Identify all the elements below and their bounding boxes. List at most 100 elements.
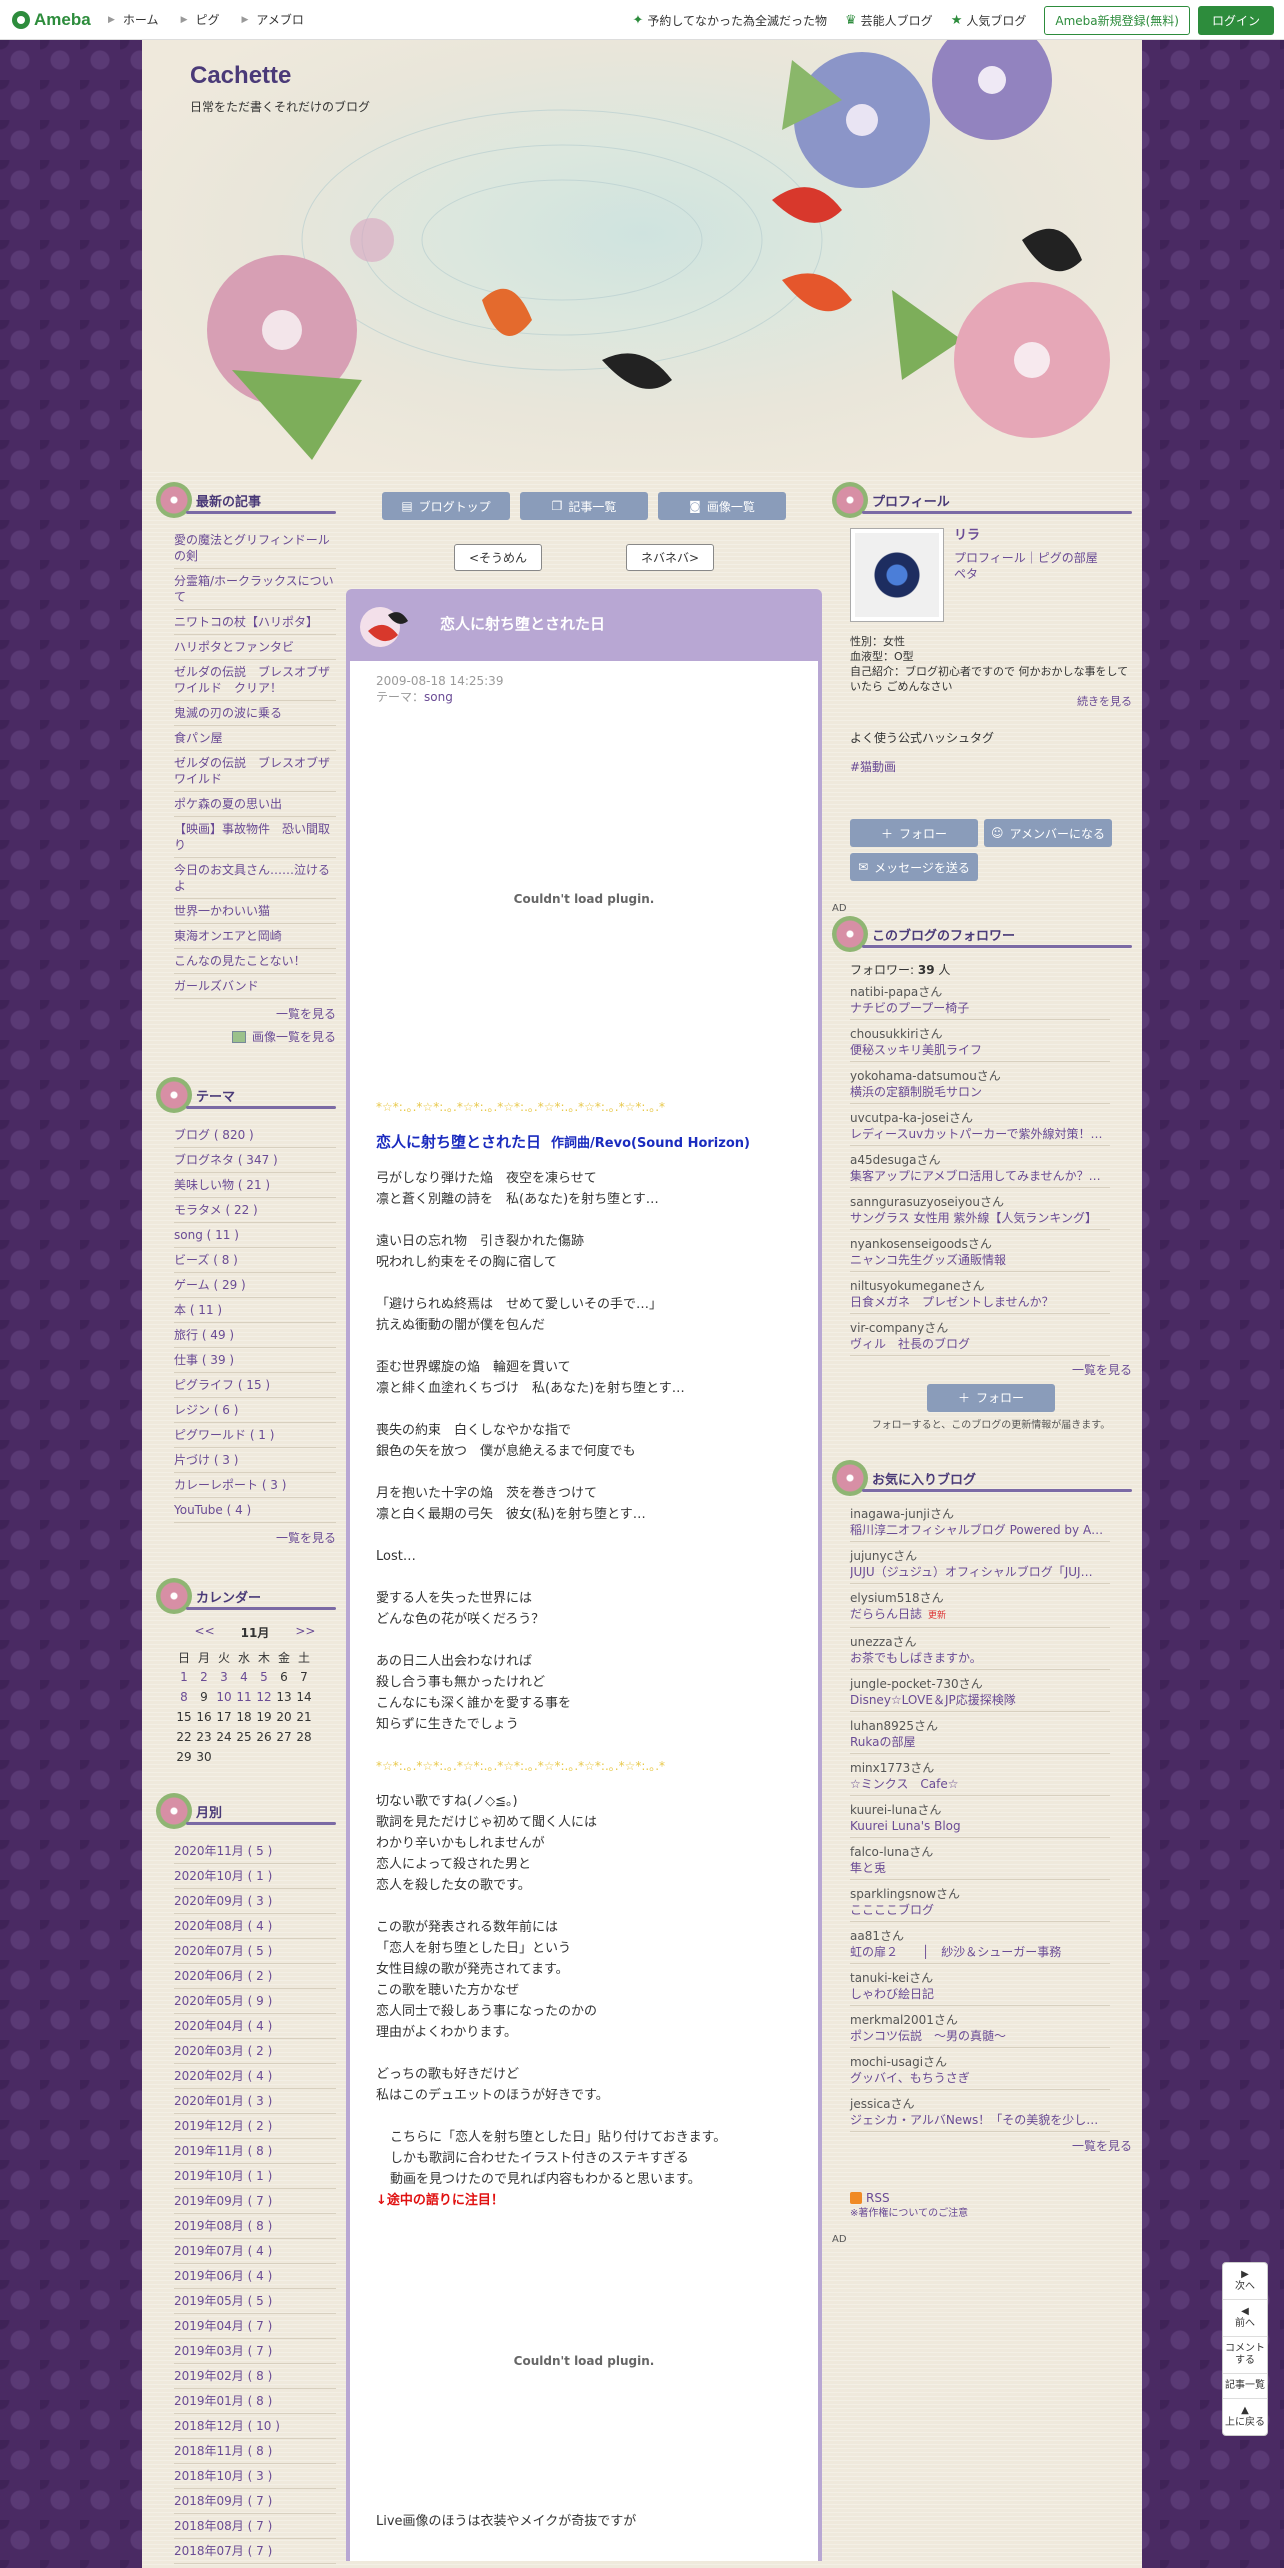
- prev-tool[interactable]: ◀ 前へ: [1223, 2300, 1267, 2337]
- user-id[interactable]: sparklingsnowさん: [850, 1886, 1132, 1902]
- user-id[interactable]: jessicaさん: [850, 2096, 1132, 2112]
- next-tool[interactable]: ▶ 次へ: [1223, 2263, 1267, 2300]
- theme-item-link[interactable]: ビーズ ( 8 ): [174, 1253, 238, 1267]
- archive-item-link[interactable]: 2020年09月 ( 3 ): [174, 1894, 272, 1908]
- calendar-day-label[interactable]: 8: [180, 1690, 188, 1704]
- theme-item-link[interactable]: 片づけ ( 3 ): [174, 1453, 238, 1467]
- archive-item[interactable]: 2018年11月 ( 8 ): [174, 2439, 336, 2464]
- user-id[interactable]: unezzaさん: [850, 1634, 1132, 1650]
- archive-item[interactable]: 2020年02月 ( 4 ): [174, 2064, 336, 2089]
- recent-item-link[interactable]: ハリポタとファンタビ: [174, 640, 294, 654]
- blog-link[interactable]: ニャンコ先生グッズ通販情報: [850, 1252, 1110, 1272]
- archive-item[interactable]: 2019年10月 ( 1 ): [174, 2164, 336, 2189]
- blog-link[interactable]: 隼と兎: [850, 1860, 1110, 1880]
- theme-item-link[interactable]: レジン ( 6 ): [174, 1403, 238, 1417]
- prev-article-link[interactable]: <そうめん: [454, 544, 543, 571]
- calendar-day-label[interactable]: 12: [256, 1690, 271, 1704]
- entry-title[interactable]: 恋人に射ち堕とされた日: [440, 613, 605, 634]
- user-id[interactable]: a45desugaさん: [850, 1152, 1132, 1168]
- calendar-day[interactable]: 12: [254, 1687, 274, 1707]
- user-id[interactable]: aa81さん: [850, 1928, 1132, 1944]
- blog-link[interactable]: 日食メガネ プレゼントしませんか？: [850, 1294, 1110, 1314]
- calendar-day-label[interactable]: 10: [216, 1690, 231, 1704]
- comment-tool[interactable]: コメントする: [1223, 2337, 1267, 2374]
- archive-item-link[interactable]: 2020年11月 ( 5 ): [174, 1844, 272, 1858]
- recent-item-link[interactable]: 分霊箱/ホークラックスについて: [174, 574, 334, 604]
- archive-item-link[interactable]: 2019年07月 ( 4 ): [174, 2244, 272, 2258]
- blog-link[interactable]: JUJU（ジュジュ）オフィシャルブログ「JUJ…: [850, 1564, 1110, 1584]
- theme-more-link[interactable]: 一覧を見る: [156, 1529, 336, 1546]
- nav-ameblo[interactable]: ▶ アメブロ: [242, 11, 304, 28]
- calendar-day[interactable]: 11: [234, 1687, 254, 1707]
- calendar-day-label[interactable]: 1: [180, 1670, 188, 1684]
- blog-link[interactable]: レディースuvカットパーカーで紫外線対策！…: [850, 1126, 1110, 1146]
- archive-item-link[interactable]: 2019年02月 ( 8 ): [174, 2369, 272, 2383]
- theme-item-link[interactable]: 旅行 ( 49 ): [174, 1328, 234, 1342]
- blog-link[interactable]: ヴィル 社長のブログ: [850, 1336, 1110, 1356]
- follow-button[interactable]: ＋フォロー: [850, 819, 978, 847]
- archive-item[interactable]: 2020年01月 ( 3 ): [174, 2089, 336, 2114]
- user-id[interactable]: uvcutpa-ka-joseiさん: [850, 1110, 1132, 1126]
- theme-item-link[interactable]: YouTube ( 4 ): [174, 1503, 251, 1517]
- blog-link[interactable]: お茶でもしばきますか。: [850, 1650, 1110, 1670]
- calendar-day-label[interactable]: 5: [260, 1670, 268, 1684]
- archive-item[interactable]: 2020年08月 ( 4 ): [174, 1914, 336, 1939]
- blog-link[interactable]: サングラス 女性用 紫外線【人気ランキング】: [850, 1210, 1110, 1230]
- calendar-prev[interactable]: <<: [195, 1624, 215, 1641]
- user-id[interactable]: kuurei-lunaさん: [850, 1802, 1132, 1818]
- avatar[interactable]: [850, 528, 944, 622]
- calendar-day-label[interactable]: 11: [236, 1690, 251, 1704]
- blog-link[interactable]: ナチビのプープー椅子: [850, 1000, 1110, 1020]
- archive-item[interactable]: 2020年03月 ( 2 ): [174, 2039, 336, 2064]
- archive-item[interactable]: 2018年10月 ( 3 ): [174, 2464, 336, 2489]
- user-id[interactable]: inagawa-junjiさん: [850, 1506, 1132, 1522]
- archive-item[interactable]: 2018年08月 ( 7 ): [174, 2514, 336, 2539]
- archive-item-link[interactable]: 2020年01月 ( 3 ): [174, 2094, 272, 2108]
- blog-link[interactable]: ここここブログ: [850, 1902, 1110, 1922]
- amember-button[interactable]: ☺ アメンバーになる: [984, 819, 1112, 847]
- theme-item[interactable]: ブログネタ ( 347 ): [174, 1148, 336, 1173]
- archive-item-link[interactable]: 2018年09月 ( 7 ): [174, 2494, 272, 2508]
- archive-item[interactable]: 2019年06月 ( 4 ): [174, 2264, 336, 2289]
- rss-link[interactable]: RSS: [866, 2190, 890, 2206]
- theme-item-link[interactable]: 本 ( 11 ): [174, 1303, 222, 1317]
- archive-item[interactable]: 2019年07月 ( 4 ): [174, 2239, 336, 2264]
- theme-item-link[interactable]: song ( 11 ): [174, 1228, 239, 1242]
- user-id[interactable]: niltusyokumeganeさん: [850, 1278, 1132, 1294]
- ameba-logo[interactable]: Ameba: [0, 10, 100, 30]
- theme-item[interactable]: 旅行 ( 49 ): [174, 1323, 336, 1348]
- entry-theme-link[interactable]: song: [424, 690, 453, 704]
- calendar-day-label[interactable]: 2: [200, 1670, 208, 1684]
- recent-item-link[interactable]: こんなの見たことない！: [174, 954, 306, 968]
- top-tool[interactable]: ▲ 上に戻る: [1223, 2399, 1267, 2435]
- user-id[interactable]: minx1773さん: [850, 1760, 1132, 1776]
- archive-item-link[interactable]: 2019年05月 ( 5 ): [174, 2294, 272, 2308]
- blog-top-button[interactable]: ▤ ブログトップ: [382, 492, 510, 520]
- recent-item[interactable]: 【映画】事故物件 恐い間取り: [174, 817, 336, 858]
- theme-item[interactable]: 仕事 ( 39 ): [174, 1348, 336, 1373]
- archive-item-link[interactable]: 2020年02月 ( 4 ): [174, 2069, 272, 2083]
- recent-item[interactable]: 分霊箱/ホークラックスについて: [174, 569, 336, 610]
- theme-item[interactable]: カレーレポート ( 3 ): [174, 1473, 336, 1498]
- archive-item-link[interactable]: 2018年11月 ( 8 ): [174, 2444, 272, 2458]
- archive-item-link[interactable]: 2019年01月 ( 8 ): [174, 2394, 272, 2408]
- nav-home[interactable]: ▶ ホーム: [108, 11, 159, 28]
- archive-item-link[interactable]: 2020年03月 ( 2 ): [174, 2044, 272, 2058]
- archive-item[interactable]: 2020年06月 ( 2 ): [174, 1964, 336, 1989]
- archive-item-link[interactable]: 2019年10月 ( 1 ): [174, 2169, 272, 2183]
- archive-item-link[interactable]: 2020年05月 ( 9 ): [174, 1994, 272, 2008]
- theme-item[interactable]: モラタメ ( 22 ): [174, 1198, 336, 1223]
- archive-item-link[interactable]: 2019年09月 ( 7 ): [174, 2194, 272, 2208]
- theme-item[interactable]: ピグライフ ( 15 ): [174, 1373, 336, 1398]
- theme-item[interactable]: 片づけ ( 3 ): [174, 1448, 336, 1473]
- calendar-next[interactable]: >>: [295, 1624, 315, 1641]
- archive-item-link[interactable]: 2019年08月 ( 8 ): [174, 2219, 272, 2233]
- user-id[interactable]: sanngurasuzyoseiyouさん: [850, 1194, 1132, 1210]
- next-article-link[interactable]: ネバネバ>: [625, 544, 714, 571]
- login-button[interactable]: ログイン: [1197, 5, 1274, 35]
- profile-more-link[interactable]: 続きを見る: [850, 694, 1132, 709]
- archive-item-link[interactable]: 2018年10月 ( 3 ): [174, 2469, 272, 2483]
- theme-item[interactable]: レジン ( 6 ): [174, 1398, 336, 1423]
- nav-pigg[interactable]: ▶ ピグ: [181, 11, 220, 28]
- theme-item-link[interactable]: カレーレポート ( 3 ): [174, 1478, 286, 1492]
